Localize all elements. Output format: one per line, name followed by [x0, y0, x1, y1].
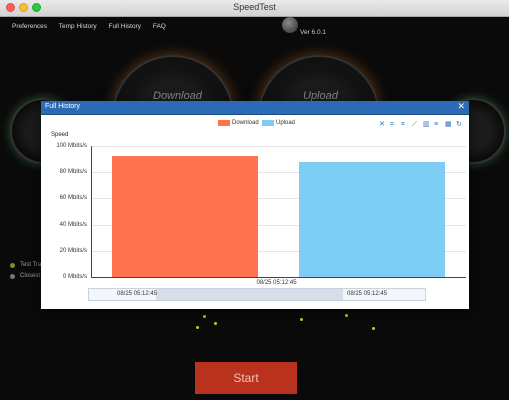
zoom-selection[interactable] — [156, 289, 343, 300]
refresh-icon[interactable]: ↻ — [456, 121, 463, 128]
stack-icon[interactable]: ≡ — [434, 121, 441, 128]
legend-download-label: Download — [232, 120, 259, 126]
legend-upload[interactable]: Upload — [262, 120, 295, 126]
closest-label: Closest — [20, 273, 41, 279]
test-trail-dot-icon — [10, 263, 15, 268]
y-axis — [91, 146, 92, 277]
upload-bar[interactable] — [299, 161, 446, 277]
zoom-start-label: 08/25 05:12:45 — [117, 291, 158, 297]
zoom-slider[interactable]: 08/25 05:12:45 08/25 05:12:45 — [88, 288, 426, 301]
y-tick-label: 100 Mbits/s — [56, 143, 87, 149]
dialog-header: Full History ✕ — [41, 101, 469, 115]
y-tick-label: 20 Mbits/s — [59, 247, 87, 254]
map-dot — [345, 314, 348, 317]
line-chart-icon[interactable]: ⟋ — [412, 121, 419, 128]
map-dot — [300, 318, 303, 321]
closest-dot-icon — [10, 274, 15, 279]
close-x-icon[interactable]: ✕ — [379, 121, 386, 128]
download-bar[interactable] — [111, 156, 258, 277]
test-trail-label: Test Tra — [20, 262, 42, 268]
y-tick-label: 40 Mbits/s — [59, 221, 87, 228]
menu-temp-history[interactable]: Temp History — [59, 23, 97, 30]
map-dot — [214, 322, 217, 325]
map-dot — [372, 327, 375, 330]
legend-download[interactable]: Download — [218, 120, 259, 126]
crop-alt-icon[interactable]: ⌗ — [401, 121, 408, 128]
bar-chart-icon[interactable]: ▥ — [423, 121, 430, 128]
upload-swatch — [262, 120, 274, 126]
menu-faq[interactable]: FAQ — [153, 23, 166, 30]
window-title: SpeedTest — [233, 2, 276, 12]
title-bar: SpeedTest — [0, 0, 509, 17]
crop-icon[interactable]: ⌗ — [390, 121, 397, 128]
close-icon[interactable]: ✕ — [457, 101, 465, 112]
y-tick-label: 0 Mbits/s — [62, 274, 87, 280]
globe-icon — [282, 17, 298, 33]
legend-upload-label: Upload — [276, 120, 296, 126]
x-tick-label: 08/25 05:12:45 — [256, 280, 297, 286]
map-dot — [196, 326, 199, 329]
download-swatch — [218, 120, 230, 126]
zoom-end-label: 08/25 05:12:45 — [347, 291, 388, 297]
y-tick-label: 80 Mbits/s — [59, 169, 87, 176]
y-axis-title: Speed — [51, 132, 69, 138]
y-tick-label: 60 Mbits/s — [59, 195, 87, 202]
version-label: Ver 6.0.1 — [300, 29, 327, 36]
full-history-dialog: Full History ✕ Download Upload ✕ ⌗ ⌗ ⟋ ▥… — [41, 101, 469, 309]
app-window: SpeedTest Preferences Temp History Full … — [0, 0, 509, 400]
start-button[interactable]: Start — [195, 362, 297, 394]
top-menu: Preferences Temp History Full History FA… — [12, 23, 176, 30]
gridline — [91, 146, 466, 147]
grid-icon[interactable]: ▦ — [445, 121, 452, 128]
chart-toolbar: ✕ ⌗ ⌗ ⟋ ▥ ≡ ▦ ↻ — [379, 121, 463, 128]
map-dot — [203, 315, 206, 318]
menu-full-history[interactable]: Full History — [109, 23, 142, 30]
menu-preferences[interactable]: Preferences — [12, 23, 47, 30]
dialog-title: Full History — [45, 103, 81, 110]
x-axis — [91, 277, 466, 278]
